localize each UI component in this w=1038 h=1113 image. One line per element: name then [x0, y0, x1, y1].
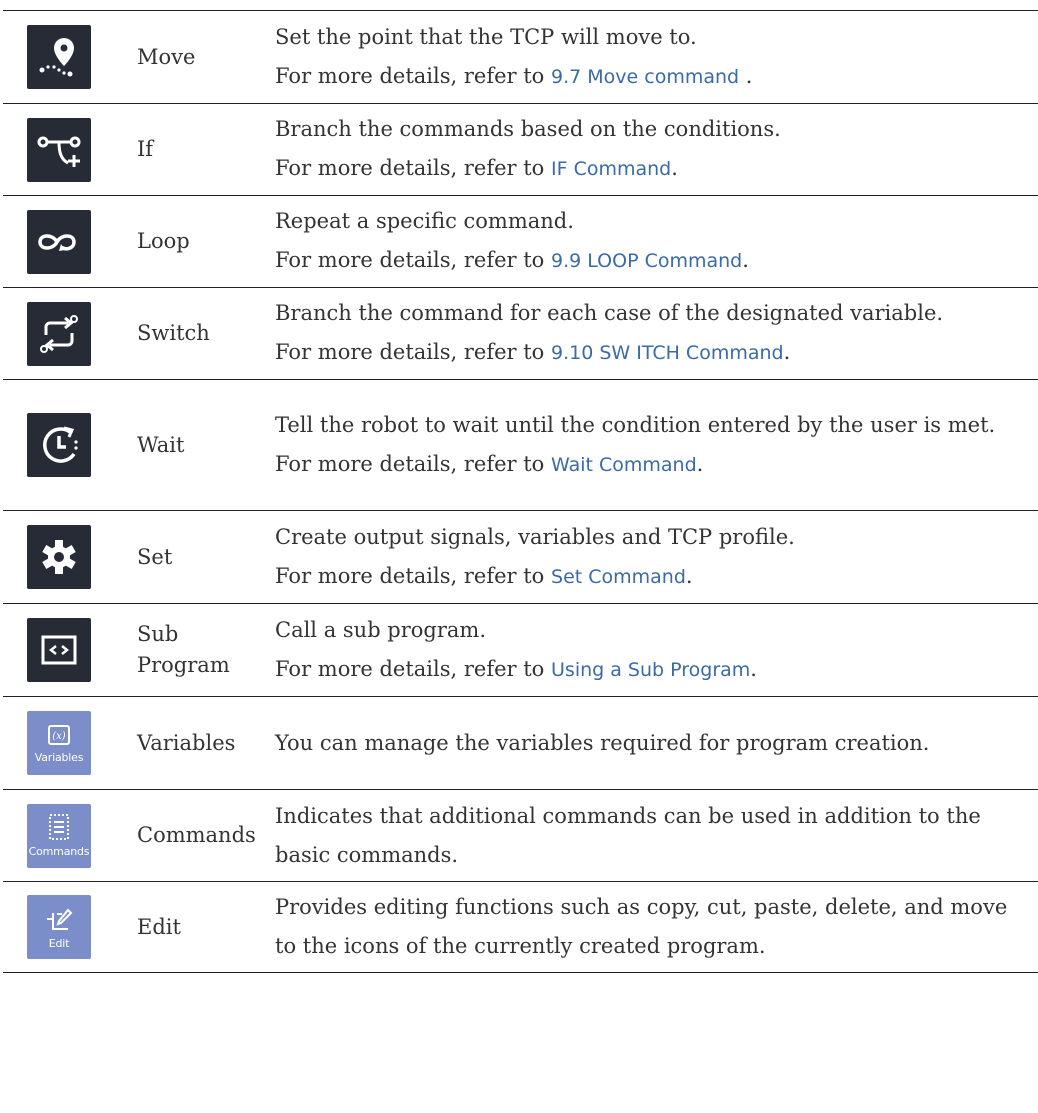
command-name: Move — [137, 44, 196, 69]
command-description: Repeat a specific command. For more deta… — [275, 209, 749, 272]
command-table: Move Set the point that the TCP will mov… — [3, 10, 1038, 973]
table-row-variables: (x) Variables Variables You can manage t… — [3, 697, 1038, 790]
command-description: Provides editing functions such as copy,… — [275, 895, 1008, 958]
command-name: Set — [137, 544, 173, 569]
wait-command-link[interactable]: Wait Command — [551, 454, 697, 476]
command-name: Wait — [137, 432, 185, 457]
switch-icon — [27, 301, 91, 366]
edit-icon: Edit — [27, 895, 91, 959]
table-row-sub-program: Sub Program Call a sub program. For more… — [3, 604, 1038, 697]
command-name: Variables — [137, 730, 236, 755]
command-description: You can manage the variables required fo… — [275, 730, 930, 755]
code-window-icon — [27, 618, 91, 682]
if-branch-icon — [27, 117, 91, 182]
if-command-link[interactable]: IF Command — [551, 158, 671, 180]
loop-command-link[interactable]: 9.9 LOOP Command — [551, 250, 742, 272]
table-row-wait: Wait Tell the robot to wait until the co… — [3, 380, 1038, 511]
table-row-edit: Edit Edit Provides editing functions suc… — [3, 882, 1038, 973]
command-description: Set the point that the TCP will move to.… — [275, 24, 753, 88]
variables-icon: (x) Variables — [27, 711, 91, 775]
table-row-set: Set Create output signals, variables and… — [3, 511, 1038, 604]
commands-list-icon: Commands — [27, 803, 91, 868]
command-name: Commands — [137, 823, 256, 847]
command-description: Tell the robot to wait until the conditi… — [275, 412, 996, 476]
table-row-if: If Branch the commands based on the cond… — [3, 104, 1038, 196]
set-command-link[interactable]: Set Command — [551, 566, 686, 588]
command-name: Switch — [137, 321, 210, 345]
sub-program-link[interactable]: Using a Sub Program — [551, 659, 750, 681]
command-description: Indicates that additional commands can b… — [275, 803, 981, 867]
switch-command-link[interactable]: 9.10 SW ITCH Command — [551, 342, 784, 364]
wait-clock-icon — [27, 413, 91, 477]
table-row-move: Move Set the point that the TCP will mov… — [3, 11, 1038, 104]
table-row-loop: Loop Repeat a specific command. For more… — [3, 196, 1038, 288]
command-description: Call a sub program. For more details, re… — [275, 617, 757, 681]
svg-text:(x): (x) — [52, 731, 66, 742]
gear-icon — [27, 525, 91, 589]
command-description: Create output signals, variables and TCP… — [275, 524, 795, 588]
table-row-switch: Switch Branch the command for each case … — [3, 288, 1038, 380]
command-description: Branch the commands based on the conditi… — [275, 117, 781, 180]
command-name: Loop — [137, 229, 190, 253]
move-command-link[interactable]: 9.7 Move command — [551, 66, 739, 88]
command-description: Branch the command for each case of the … — [275, 301, 944, 364]
table-row-commands: Commands Commands Indicates that additio… — [3, 790, 1038, 882]
move-location-icon — [27, 25, 91, 89]
command-name: Sub Program — [137, 622, 230, 677]
command-name: Edit — [137, 914, 181, 939]
loop-icon — [27, 209, 91, 274]
command-name: If — [137, 137, 154, 161]
